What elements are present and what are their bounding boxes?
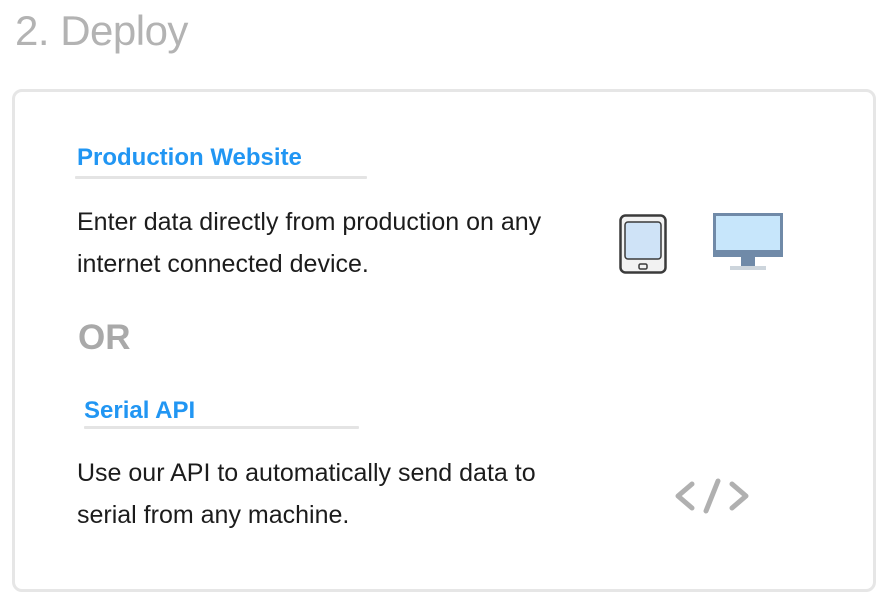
desktop-monitor-icon bbox=[713, 213, 783, 270]
production-website-description: Enter data directly from production on a… bbox=[77, 208, 542, 278]
page-title: 2. Deploy bbox=[15, 7, 188, 54]
tablet-icon bbox=[619, 214, 667, 274]
production-website-heading: Production Website bbox=[77, 144, 302, 171]
serial-api-description: Use our API to automatically send data t… bbox=[77, 459, 536, 529]
serial-api-underline bbox=[84, 426, 359, 429]
code-brackets-icon bbox=[675, 478, 749, 514]
serial-api-heading: Serial API bbox=[84, 397, 196, 424]
or-separator: OR bbox=[78, 318, 131, 357]
production-website-underline bbox=[75, 176, 367, 179]
deploy-options-card: Production Website Enter data directly f… bbox=[12, 89, 876, 592]
